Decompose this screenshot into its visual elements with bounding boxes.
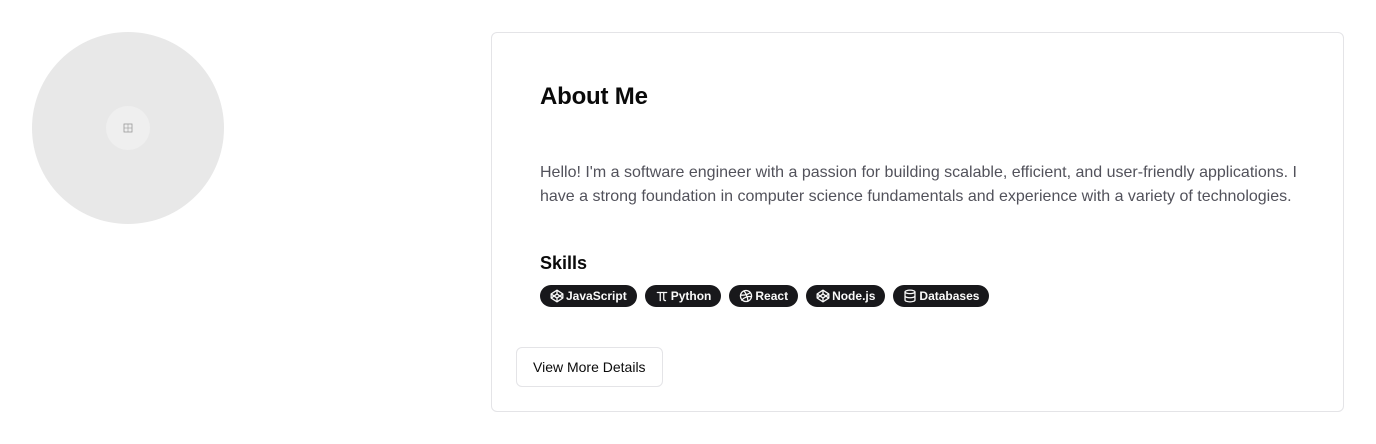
view-more-details-button[interactable]: View More Details — [516, 347, 663, 387]
skill-label: React — [755, 289, 789, 303]
database-icon — [904, 289, 917, 303]
skill-chip-python: Python — [644, 285, 722, 307]
skills-title: Skills — [540, 253, 588, 273]
skill-label: JavaScript — [566, 289, 627, 303]
skill-chip-databases: Databases — [893, 285, 990, 307]
skill-chip-react: React — [729, 285, 799, 307]
about-bio: Hello! I'm a software engineer with a pa… — [540, 164, 1297, 205]
skill-chip-nodejs: Node.js — [806, 285, 886, 307]
pi-icon — [656, 291, 668, 302]
about-title: About Me — [540, 83, 648, 110]
codepen-icon — [550, 289, 564, 303]
dribbble-icon — [740, 289, 753, 303]
skill-label: Databases — [919, 289, 980, 303]
skill-chip-javascript: JavaScript — [540, 285, 637, 307]
about-card: About Me Hello! I'm a software engineer … — [491, 32, 1344, 412]
avatar — [32, 32, 224, 224]
image-placeholder-icon — [106, 106, 150, 150]
codepen-icon — [816, 289, 830, 303]
skills-list: JavaScript Python React Node.js Database… — [540, 285, 990, 307]
skill-label: Python — [670, 289, 712, 303]
skill-label: Node.js — [832, 289, 876, 303]
